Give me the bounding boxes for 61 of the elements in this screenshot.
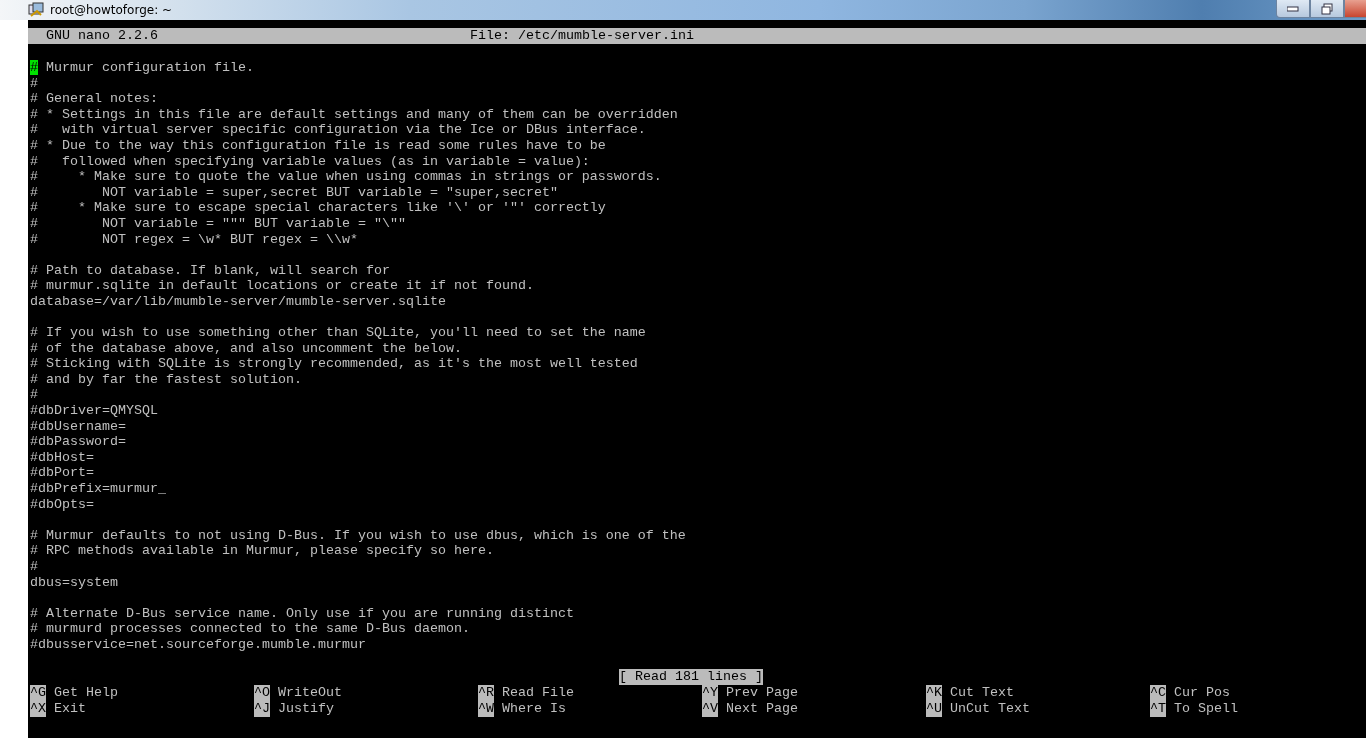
text-line: # NOT variable = """ BUT variable = "\"" xyxy=(30,215,406,232)
status-message: [ Read 181 lines ] xyxy=(619,668,763,685)
file-name: File: /etc/mumble-server.ini xyxy=(470,28,694,44)
text-line: # RPC methods available in Murmur, please specify so here. xyxy=(30,543,494,559)
shortcut-label: Where Is xyxy=(502,700,566,717)
text-line: # xyxy=(30,75,38,92)
text-line: #dbPrefix=murmur_ xyxy=(30,481,166,497)
editor-version: GNU nano 2.2.6 xyxy=(46,28,159,44)
close-button[interactable] xyxy=(1344,0,1366,18)
shortcut-label: To Spell xyxy=(1174,700,1238,717)
minimize-icon xyxy=(1287,5,1299,12)
text-line: # of the database above, and also uncomment the below. xyxy=(30,340,462,357)
text-line: # Murmur defaults to not using D-Bus. If you wish to use dbus, which is one of the xyxy=(30,527,686,544)
text-line: # murmur.sqlite in default locations or create it if not found. xyxy=(30,278,534,294)
text-line: # Sticking with SQLite is strongly recommended, as it's the most well tested xyxy=(30,356,638,372)
text-line: #dbusservice=net.sourceforge.mumble.murmur xyxy=(30,636,366,653)
terminal-icon xyxy=(28,2,44,18)
window-title: root@howtoforge: ~ xyxy=(50,3,173,17)
shortcut-label: Read File xyxy=(502,684,574,701)
text-line: # * Make sure to quote the value when using commas in strings or passwords. xyxy=(30,169,662,185)
text-line: # * Settings in this file are default settings and many of them can be overridden xyxy=(30,106,678,123)
text-line: #dbPort= xyxy=(30,465,94,482)
text-line: # Path to database. If blank, will search for xyxy=(30,262,390,279)
text-line: #dbPassword= xyxy=(30,434,126,450)
shortcut-key: ^C xyxy=(1150,684,1166,701)
text-line: # Alternate D-Bus service name. Only use if you are running distinct xyxy=(30,605,574,622)
text-line: # and by far the fastest solution. xyxy=(30,371,302,388)
text-line: # General notes: xyxy=(30,91,158,107)
text-line: # followed when specifying variable values (as in variable = value): xyxy=(30,153,590,170)
shortcut-label: Prev Page xyxy=(726,684,798,701)
shortcut-label: UnCut Text xyxy=(950,700,1030,717)
minimize-button[interactable] xyxy=(1276,0,1310,18)
shortcut-label: Next Page xyxy=(726,700,798,717)
shortcut-key: ^R xyxy=(478,684,494,701)
text-line: # murmurd processes connected to the same D-Bus daemon. xyxy=(30,621,470,637)
text-line: dbus=system xyxy=(30,574,118,591)
shortcut-key: ^G xyxy=(30,684,46,701)
text-line: # * Due to the way this configuration file is read some rules have to be xyxy=(30,137,606,154)
shortcut-key: ^K xyxy=(926,684,942,701)
text-line: # Murmur configuration file. xyxy=(30,60,254,76)
shortcut-label: Cut Text xyxy=(950,684,1014,701)
shortcut-label: WriteOut xyxy=(278,684,342,701)
text-line: # with virtual server specific configuration via the Ice or DBus interface. xyxy=(30,122,646,138)
text-line: # xyxy=(30,387,38,404)
maximize-button[interactable] xyxy=(1310,0,1344,18)
restore-icon xyxy=(1321,2,1333,15)
text-line: database=/var/lib/mumble-server/mumble-server.sqlite xyxy=(30,293,446,310)
text-line: # NOT regex = \w* BUT regex = \\w* xyxy=(30,231,358,248)
shortcut-key: ^O xyxy=(254,684,270,701)
text-line: #dbDriver=QMYSQL xyxy=(30,403,158,419)
shortcut-label: Get Help xyxy=(54,684,118,701)
text-line: #dbOpts= xyxy=(30,496,94,513)
shortcut-label: Cur Pos xyxy=(1174,684,1230,701)
shortcut-label: Exit xyxy=(54,700,86,717)
text-line: # xyxy=(30,559,38,575)
shortcut-label: Justify xyxy=(278,700,334,717)
text-line: #dbUsername= xyxy=(30,418,126,435)
text-line: #dbHost= xyxy=(30,449,94,466)
text-line: # NOT variable = super,secret BUT variable = "super,secret" xyxy=(30,184,558,201)
text-line: # If you wish to use something other than SQLite, you'll need to set the name xyxy=(30,325,646,341)
text-line: # * Make sure to escape special characters like '\' or '"' correctly xyxy=(30,200,606,216)
